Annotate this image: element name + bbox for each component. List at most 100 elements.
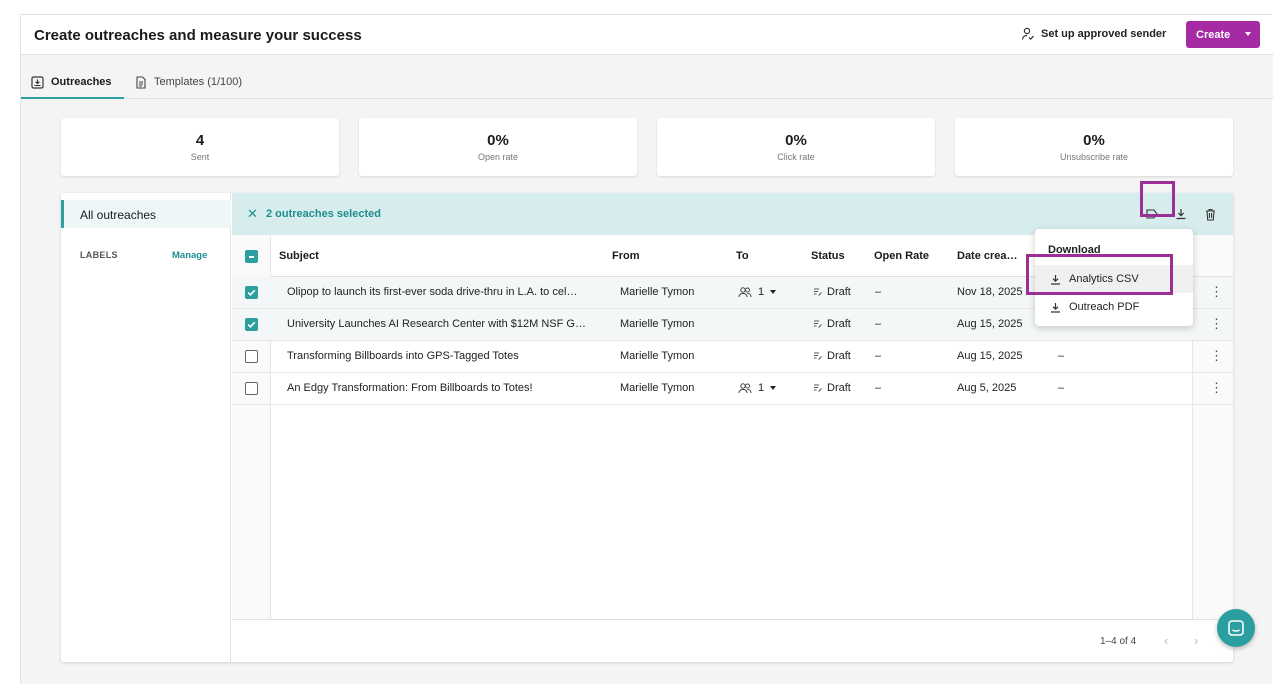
chat-launcher-button[interactable] — [1217, 609, 1255, 647]
row-extra-value: – — [1058, 350, 1065, 362]
set-up-approved-sender-button[interactable]: Set up approved sender — [1021, 27, 1166, 41]
trash-icon[interactable] — [1198, 202, 1222, 226]
user-check-icon — [1021, 27, 1035, 40]
row-subject[interactable]: University Launches AI Research Center w… — [287, 318, 592, 330]
stat-label: Open rate — [477, 152, 519, 162]
row-date-created: Nov 18, 2025 — [957, 286, 1023, 298]
create-button[interactable]: Create — [1186, 21, 1260, 48]
tab-label: Templates (1/100) — [154, 76, 243, 88]
manage-labels-link[interactable]: Manage — [172, 250, 207, 261]
download-icon — [1051, 302, 1060, 313]
row-open-rate: – — [875, 350, 882, 362]
stat-label: Sent — [190, 152, 210, 162]
download-menu: Download Analytics CSV Outreach PDF — [1035, 229, 1193, 326]
recipient-count: 1 — [758, 286, 765, 298]
row-status: Draft — [813, 382, 851, 394]
more-options-icon[interactable]: ⋮ — [1210, 349, 1223, 362]
chevron-down-icon — [770, 290, 777, 294]
row-open-rate: – — [875, 318, 882, 330]
row-checkbox[interactable] — [245, 350, 258, 363]
column-header-to[interactable]: To — [728, 235, 803, 277]
outreach-icon — [31, 76, 44, 89]
row-subject[interactable]: Olipop to launch its first-ever soda dri… — [287, 286, 592, 298]
download-icon — [1051, 274, 1060, 285]
row-extra-value: – — [1058, 382, 1065, 394]
draft-icon — [814, 352, 822, 360]
recipients-dropdown[interactable]: 1 — [738, 286, 777, 298]
row-subject[interactable]: An Edgy Transformation: From Billboards … — [287, 382, 592, 394]
label-tag-icon[interactable] — [1140, 202, 1164, 226]
chevron-down-icon — [770, 386, 777, 390]
select-all-checkbox[interactable] — [245, 250, 258, 263]
download-menu-heading: Download — [1048, 244, 1101, 256]
stat-card-open-rate: 0% Open rate — [359, 118, 637, 176]
table-row[interactable]: An Edgy Transformation: From Billboards … — [232, 373, 1233, 405]
stat-value: 0% — [1083, 132, 1105, 149]
tab-bar: Outreaches Templates (1/100) — [21, 55, 1273, 99]
column-header-open-rate[interactable]: Open Rate — [866, 235, 949, 277]
row-subject[interactable]: Transforming Billboards into GPS-Tagged … — [287, 350, 592, 362]
stat-card-unsubscribe-rate: 0% Unsubscribe rate — [955, 118, 1233, 176]
recipients-dropdown[interactable]: 1 — [738, 382, 777, 394]
stat-card-click-rate: 0% Click rate — [657, 118, 935, 176]
status-label: Draft — [827, 350, 851, 362]
status-label: Draft — [827, 318, 851, 330]
menu-item-analytics-csv[interactable]: Analytics CSV — [1035, 265, 1193, 293]
row-checkbox[interactable] — [245, 286, 258, 299]
labels-sidebar: All outreaches LABELS Manage — [61, 193, 231, 662]
stat-value: 0% — [785, 132, 807, 149]
row-from: Marielle Tymon — [620, 382, 695, 394]
recipients-icon — [738, 286, 752, 297]
status-label: Draft — [827, 286, 851, 298]
row-checkbox[interactable] — [245, 318, 258, 331]
table-row[interactable]: Transforming Billboards into GPS-Tagged … — [232, 341, 1233, 373]
row-status: Draft — [813, 318, 851, 330]
row-open-rate: – — [875, 286, 882, 298]
menu-item-outreach-pdf[interactable]: Outreach PDF — [1035, 293, 1193, 321]
stat-label: Unsubscribe rate — [1059, 152, 1129, 162]
column-header-status[interactable]: Status — [803, 235, 866, 277]
selection-count: 2 outreaches selected — [266, 208, 381, 220]
stat-label: Click rate — [777, 152, 815, 162]
next-page-icon[interactable]: › — [1194, 633, 1198, 648]
sidebar-item-all-outreaches[interactable]: All outreaches — [61, 200, 231, 228]
chat-icon — [1228, 620, 1244, 636]
row-from: Marielle Tymon — [620, 318, 695, 330]
tab-templates[interactable]: Templates (1/100) — [125, 69, 255, 99]
previous-page-icon[interactable]: ‹ — [1164, 633, 1168, 648]
row-checkbox[interactable] — [245, 382, 258, 395]
menu-item-label: Analytics CSV — [1069, 273, 1139, 285]
clear-selection-icon[interactable]: ✕ — [247, 206, 258, 222]
row-from: Marielle Tymon — [620, 286, 695, 298]
column-header-from[interactable]: From — [604, 235, 728, 277]
row-status: Draft — [813, 350, 851, 362]
download-icon[interactable] — [1169, 202, 1193, 226]
stat-value: 0% — [487, 132, 509, 149]
column-header-date-created[interactable]: Date crea… — [949, 235, 1029, 277]
top-bar: Create outreaches and measure your succe… — [21, 15, 1273, 55]
pagination-range: 1–4 of 4 — [1100, 636, 1137, 647]
tab-outreaches[interactable]: Outreaches — [21, 69, 124, 99]
draft-icon — [814, 384, 822, 392]
row-from: Marielle Tymon — [620, 350, 695, 362]
row-date-created: Aug 5, 2025 — [957, 382, 1017, 394]
recipient-count: 1 — [758, 382, 765, 394]
page: Create outreaches and measure your succe… — [20, 14, 1273, 684]
stat-value: 4 — [195, 132, 205, 149]
recipients-icon — [738, 382, 752, 393]
document-icon — [136, 76, 146, 89]
more-options-icon[interactable]: ⋮ — [1210, 381, 1223, 394]
row-status: Draft — [813, 286, 851, 298]
sender-label: Set up approved sender — [1041, 28, 1167, 40]
page-title: Create outreaches and measure your succe… — [34, 27, 362, 44]
labels-heading: LABELS — [80, 250, 118, 260]
column-header-subject[interactable]: Subject — [271, 235, 604, 277]
row-open-rate: – — [875, 382, 882, 394]
status-label: Draft — [827, 382, 851, 394]
row-date-created: Aug 15, 2025 — [957, 318, 1023, 330]
more-options-icon[interactable]: ⋮ — [1210, 317, 1223, 330]
draft-icon — [814, 288, 822, 296]
more-options-icon[interactable]: ⋮ — [1210, 285, 1223, 298]
chevron-down-icon — [1245, 32, 1251, 36]
table-footer: 1–4 of 4 ‹ › — [232, 619, 1233, 662]
